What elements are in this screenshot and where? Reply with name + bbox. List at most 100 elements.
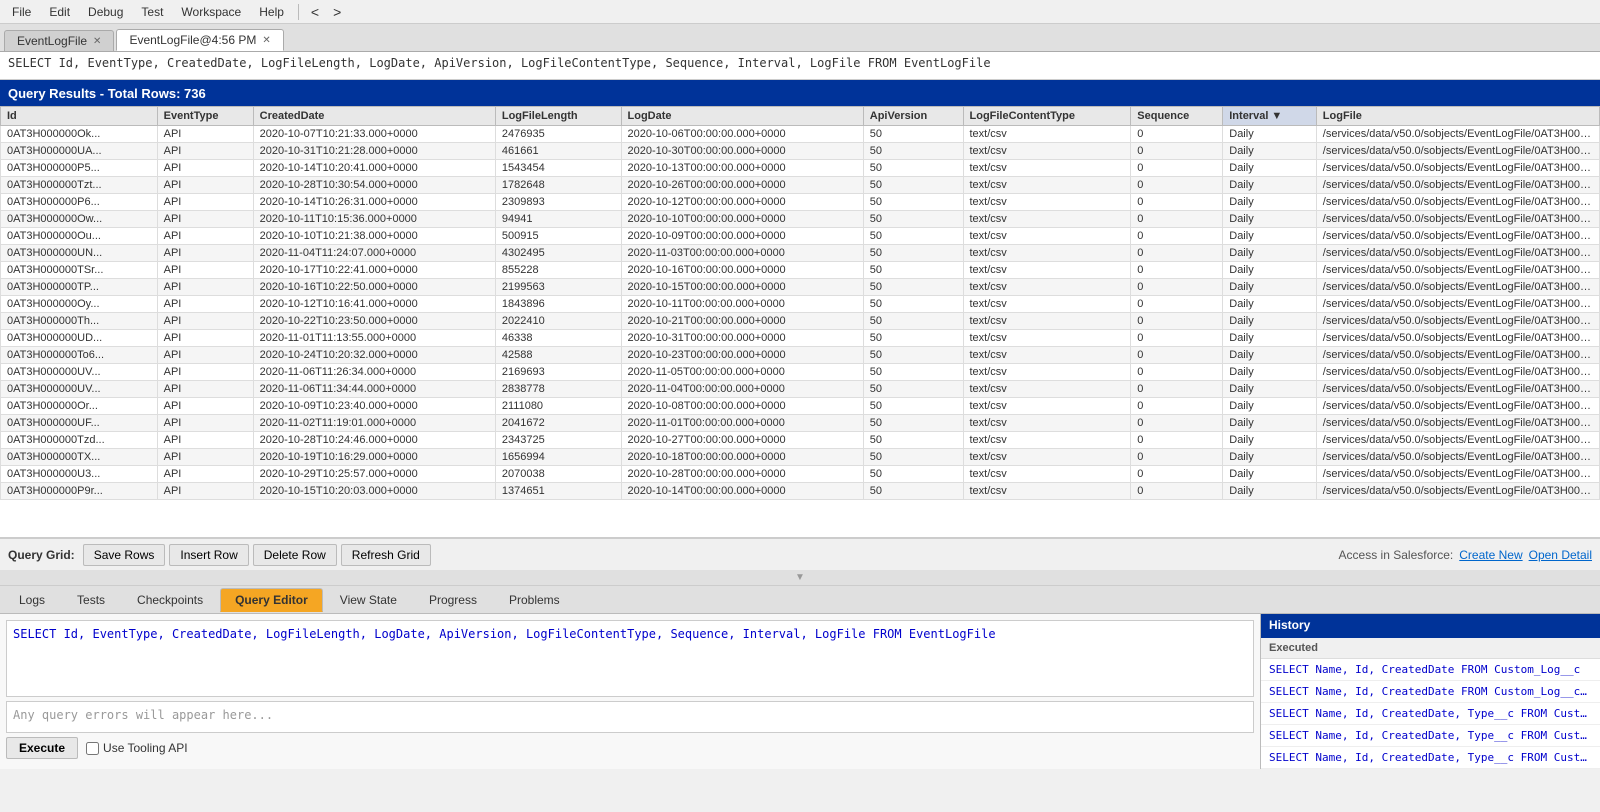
execute-button[interactable]: Execute	[6, 737, 78, 759]
table-cell: 2020-11-03T00:00:00.000+0000	[621, 245, 863, 262]
table-row[interactable]: 0AT3H000000UA...API2020-10-31T10:21:28.0…	[1, 143, 1600, 160]
history-item[interactable]: SELECT Name, Id, CreatedDate, Type__c FR…	[1261, 703, 1600, 725]
table-cell: Daily	[1223, 126, 1317, 143]
table-cell: 2020-11-05T00:00:00.000+0000	[621, 364, 863, 381]
history-item[interactable]: SELECT Name, Id, CreatedDate FROM Custom…	[1261, 659, 1600, 681]
table-cell: 2020-10-26T00:00:00.000+0000	[621, 177, 863, 194]
table-row[interactable]: 0AT3H000000Tzd...API2020-10-28T10:24:46.…	[1, 432, 1600, 449]
table-row[interactable]: 0AT3H000000Ow...API2020-10-11T10:15:36.0…	[1, 211, 1600, 228]
menu-debug[interactable]: Debug	[80, 3, 131, 21]
table-row[interactable]: 0AT3H000000Or...API2020-10-09T10:23:40.0…	[1, 398, 1600, 415]
editor-sql-display[interactable]: SELECT Id, EventType, CreatedDate, LogFi…	[6, 620, 1254, 697]
tab-view-state[interactable]: View State	[325, 588, 412, 612]
col-id[interactable]: Id	[1, 107, 158, 126]
col-createddate[interactable]: CreatedDate	[253, 107, 495, 126]
history-item[interactable]: SELECT Name, Id, CreatedDate, Type__c FR…	[1261, 747, 1600, 769]
table-cell: 0	[1131, 279, 1223, 296]
table-row[interactable]: 0AT3H000000P9r...API2020-10-15T10:20:03.…	[1, 483, 1600, 500]
tab-close-icon[interactable]: ✕	[262, 35, 270, 46]
tooling-api-checkbox[interactable]	[86, 742, 99, 755]
table-cell: text/csv	[963, 160, 1131, 177]
table-row[interactable]: 0AT3H000000Tzt...API2020-10-28T10:30:54.…	[1, 177, 1600, 194]
history-item[interactable]: SELECT Name, Id, CreatedDate, Type__c FR…	[1261, 725, 1600, 747]
col-apiversion[interactable]: ApiVersion	[863, 107, 963, 126]
table-row[interactable]: 0AT3H000000Ou...API2020-10-10T10:21:38.0…	[1, 228, 1600, 245]
tab-eventlogfile-time[interactable]: EventLogFile@4:56 PM ✕	[116, 29, 283, 51]
table-row[interactable]: 0AT3H000000To6...API2020-10-24T10:20:32.…	[1, 347, 1600, 364]
tab-close-icon[interactable]: ✕	[93, 36, 101, 47]
table-cell: text/csv	[963, 245, 1131, 262]
menu-file[interactable]: File	[4, 3, 39, 21]
save-rows-button[interactable]: Save Rows	[83, 544, 166, 566]
table-cell: Daily	[1223, 313, 1317, 330]
table-row[interactable]: 0AT3H000000UV...API2020-11-06T11:26:34.0…	[1, 364, 1600, 381]
table-cell: API	[157, 415, 253, 432]
table-cell: Daily	[1223, 211, 1317, 228]
table-cell: 2020-11-02T11:19:01.000+0000	[253, 415, 495, 432]
tab-progress[interactable]: Progress	[414, 588, 492, 612]
table-cell: API	[157, 160, 253, 177]
sql-bar: SELECT Id, EventType, CreatedDate, LogFi…	[0, 52, 1600, 80]
history-item[interactable]: SELECT Name, Id, CreatedDate FROM Custom…	[1261, 681, 1600, 703]
open-detail-link[interactable]: Open Detail	[1529, 548, 1592, 562]
table-row[interactable]: 0AT3H000000Th...API2020-10-22T10:23:50.0…	[1, 313, 1600, 330]
col-sequence[interactable]: Sequence	[1131, 107, 1223, 126]
table-cell: 1782648	[495, 177, 621, 194]
table-row[interactable]: 0AT3H000000U3...API2020-10-29T10:25:57.0…	[1, 466, 1600, 483]
menu-edit[interactable]: Edit	[41, 3, 78, 21]
table-cell: 0AT3H000000UV...	[1, 364, 158, 381]
refresh-grid-button[interactable]: Refresh Grid	[341, 544, 431, 566]
grid-toolbar-label: Query Grid:	[8, 548, 75, 562]
table-row[interactable]: 0AT3H000000UV...API2020-11-06T11:34:44.0…	[1, 381, 1600, 398]
delete-row-button[interactable]: Delete Row	[253, 544, 337, 566]
tab-logs[interactable]: Logs	[4, 588, 60, 612]
nav-next[interactable]: >	[327, 2, 347, 22]
tab-checkpoints[interactable]: Checkpoints	[122, 588, 218, 612]
table-row[interactable]: 0AT3H000000UD...API2020-11-01T11:13:55.0…	[1, 330, 1600, 347]
nav-prev[interactable]: <	[305, 2, 325, 22]
table-cell: Daily	[1223, 296, 1317, 313]
tab-query-editor[interactable]: Query Editor	[220, 588, 323, 612]
col-logfile[interactable]: LogFile	[1316, 107, 1599, 126]
col-logdate[interactable]: LogDate	[621, 107, 863, 126]
tab-tests[interactable]: Tests	[62, 588, 120, 612]
history-section-label: Executed	[1261, 638, 1600, 659]
menu-test[interactable]: Test	[133, 3, 171, 21]
table-cell: API	[157, 398, 253, 415]
table-cell: 0AT3H000000P9r...	[1, 483, 158, 500]
table-cell: 50	[863, 160, 963, 177]
table-cell: 50	[863, 364, 963, 381]
table-row[interactable]: 0AT3H000000TX...API2020-10-19T10:16:29.0…	[1, 449, 1600, 466]
col-logfilelength[interactable]: LogFileLength	[495, 107, 621, 126]
insert-row-button[interactable]: Insert Row	[169, 544, 248, 566]
table-row[interactable]: 0AT3H000000Oy...API2020-10-12T10:16:41.0…	[1, 296, 1600, 313]
table-cell: text/csv	[963, 228, 1131, 245]
col-eventtype[interactable]: EventType	[157, 107, 253, 126]
table-row[interactable]: 0AT3H000000TSr...API2020-10-17T10:22:41.…	[1, 262, 1600, 279]
table-cell: text/csv	[963, 364, 1131, 381]
table-cell: 0	[1131, 330, 1223, 347]
table-row[interactable]: 0AT3H000000UF...API2020-11-02T11:19:01.0…	[1, 415, 1600, 432]
table-cell: 42588	[495, 347, 621, 364]
tab-eventlogfile[interactable]: EventLogFile ✕	[4, 30, 114, 51]
table-cell: 0AT3H000000Tzt...	[1, 177, 158, 194]
table-cell: 0AT3H000000TSr...	[1, 262, 158, 279]
table-row[interactable]: 0AT3H000000TP...API2020-10-16T10:22:50.0…	[1, 279, 1600, 296]
table-cell: text/csv	[963, 449, 1131, 466]
table-row[interactable]: 0AT3H000000UN...API2020-11-04T11:24:07.0…	[1, 245, 1600, 262]
table-cell: Daily	[1223, 364, 1317, 381]
tab-problems[interactable]: Problems	[494, 588, 575, 612]
table-cell: text/csv	[963, 347, 1131, 364]
create-new-link[interactable]: Create New	[1459, 548, 1522, 562]
tooling-api-checkbox-group: Use Tooling API	[86, 741, 188, 755]
table-row[interactable]: 0AT3H000000Ok...API2020-10-07T10:21:33.0…	[1, 126, 1600, 143]
col-logfilecontenttype[interactable]: LogFileContentType	[963, 107, 1131, 126]
table-cell: API	[157, 381, 253, 398]
menu-workspace[interactable]: Workspace	[173, 3, 249, 21]
menu-help[interactable]: Help	[251, 3, 292, 21]
table-row[interactable]: 0AT3H000000P5...API2020-10-14T10:20:41.0…	[1, 160, 1600, 177]
table-cell: text/csv	[963, 398, 1131, 415]
data-grid-wrapper[interactable]: Id EventType CreatedDate LogFileLength L…	[0, 106, 1600, 538]
table-row[interactable]: 0AT3H000000P6...API2020-10-14T10:26:31.0…	[1, 194, 1600, 211]
col-interval[interactable]: Interval ▼	[1223, 107, 1317, 126]
